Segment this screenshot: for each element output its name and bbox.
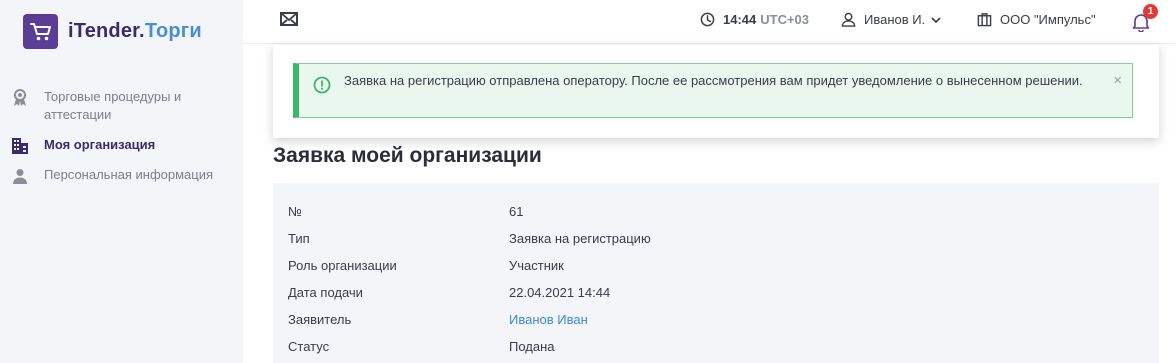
award-icon bbox=[11, 89, 29, 107]
cart-icon bbox=[23, 14, 58, 49]
user-icon bbox=[841, 12, 856, 27]
logo[interactable]: iTender.Торги bbox=[23, 14, 202, 49]
clock: 14:44 UTC+03 bbox=[700, 12, 809, 27]
sidebar-item-label: Моя организация bbox=[44, 137, 156, 152]
chevron-down-icon bbox=[931, 16, 941, 23]
detail-label: Роль организации bbox=[288, 258, 397, 273]
notification-badge: 1 bbox=[1143, 4, 1158, 19]
clock-time: 14:44 bbox=[723, 12, 757, 27]
logo-text: iTender.Торги bbox=[68, 20, 202, 42]
detail-label: № bbox=[288, 204, 302, 219]
detail-value: Участник bbox=[509, 258, 564, 273]
notification-panel: Заявка на регистрацию отправлена операто… bbox=[273, 45, 1159, 138]
sidebar-item-label: Персональная информация bbox=[44, 167, 214, 182]
applicant-link[interactable]: Иванов Иван bbox=[509, 312, 588, 327]
organization-name: ООО "Импульс" bbox=[1000, 12, 1096, 27]
detail-value: Подана bbox=[509, 339, 555, 354]
sidebar-item-procedures[interactable]: Торговые процедуры и аттестации bbox=[0, 88, 200, 124]
detail-label: Тип bbox=[288, 231, 310, 246]
notifications-button[interactable]: 1 bbox=[1132, 4, 1158, 34]
detail-value: 22.04.2021 14:44 bbox=[509, 285, 611, 300]
details-card: № 61 Тип Заявка на регистрацию Роль орга… bbox=[273, 183, 1159, 363]
clock-timezone: UTC+03 bbox=[760, 12, 810, 27]
organization-switcher[interactable]: ООО "Импульс" bbox=[977, 12, 1096, 27]
detail-label: Дата подачи bbox=[288, 285, 363, 300]
mail-icon[interactable] bbox=[280, 12, 298, 31]
sidebar-nav: Торговые процедуры и аттестации Моя орга… bbox=[0, 88, 243, 196]
clock-icon bbox=[700, 12, 715, 27]
person-icon bbox=[11, 167, 29, 185]
building-icon bbox=[11, 137, 29, 155]
alert-message: Заявка на регистрацию отправлена операто… bbox=[344, 73, 1083, 88]
detail-value: Заявка на регистрацию bbox=[509, 231, 651, 246]
sidebar-item-my-organization[interactable]: Моя организация bbox=[0, 136, 243, 154]
sidebar-item-personal-info[interactable]: Персональная информация bbox=[0, 166, 243, 184]
success-alert: Заявка на регистрацию отправлена операто… bbox=[293, 63, 1133, 118]
close-icon[interactable]: × bbox=[1113, 72, 1122, 89]
top-bar: 14:44 UTC+03 Иванов И. ООО "Импульс" 1 bbox=[243, 0, 1176, 44]
detail-label: Заявитель bbox=[288, 312, 352, 327]
user-name: Иванов И. bbox=[864, 12, 926, 27]
briefcase-icon bbox=[977, 13, 992, 27]
detail-label: Статус bbox=[288, 339, 330, 354]
detail-value: 61 bbox=[509, 204, 524, 219]
page-title: Заявка моей организации bbox=[273, 144, 542, 167]
alert-circle-icon bbox=[313, 76, 331, 94]
user-menu[interactable]: Иванов И. bbox=[841, 12, 941, 27]
sidebar: iTender.Торги Торговые процедуры и аттес… bbox=[0, 0, 243, 363]
sidebar-item-label: Торговые процедуры и аттестации bbox=[44, 89, 182, 122]
